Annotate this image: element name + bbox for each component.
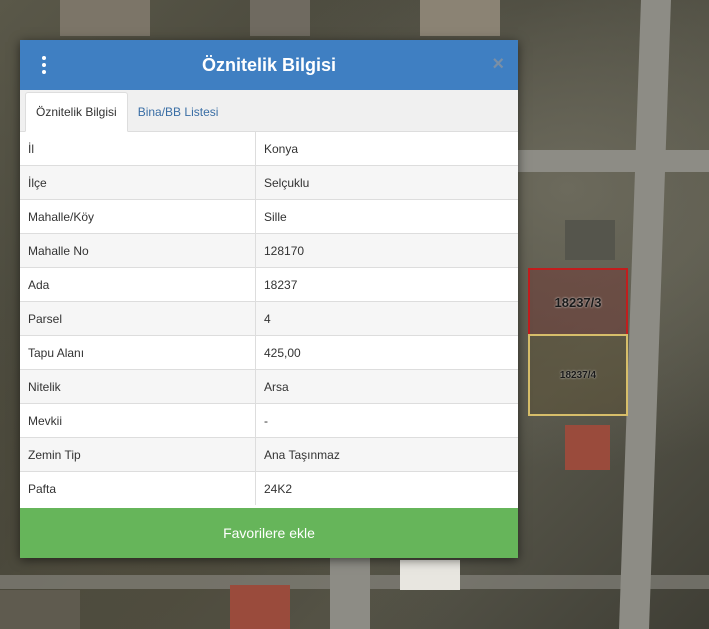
attribute-value: Ana Taşınmaz: [255, 437, 518, 472]
parcel-18237-3[interactable]: 18237/3: [528, 268, 628, 336]
building-roof: [420, 0, 500, 36]
attribute-key: Tapu Alanı: [20, 335, 256, 370]
table-row: Nitelik Arsa: [20, 369, 518, 404]
modal-title: Öznitelik Bilgisi: [201, 54, 337, 75]
modal-header: Öznitelik Bilgisi ×: [20, 40, 518, 90]
attribute-value: 128170: [255, 233, 518, 268]
attribute-key: İl: [20, 132, 256, 166]
attribute-key: Zemin Tip: [20, 437, 256, 472]
table-row: İl Konya: [20, 132, 518, 166]
attribute-info-modal: Öznitelik Bilgisi × Öznitelik Bilgisi Bi…: [20, 40, 518, 558]
road: [330, 555, 370, 629]
attribute-key: Mahalle/Köy: [20, 199, 256, 234]
attribute-key: Mevkii: [20, 403, 256, 438]
table-row: Parsel 4: [20, 301, 518, 336]
attribute-value: 24K2: [255, 471, 518, 505]
attribute-key: Parsel: [20, 301, 256, 336]
attribute-table: İl Konya İlçe Selçuklu Mahalle/Köy Sille Mahal…: [20, 132, 518, 505]
attribute-key: Ada: [20, 267, 256, 302]
road: [518, 150, 709, 172]
attribute-value: Sille: [255, 199, 518, 234]
attribute-key: Mahalle No: [20, 233, 256, 268]
attribute-value: 4: [255, 301, 518, 336]
building-roof: [250, 0, 310, 36]
table-row: Tapu Alanı 425,00: [20, 335, 518, 370]
building-roof: [565, 220, 615, 260]
attribute-value: 18237: [255, 267, 518, 302]
attribute-value: 425,00: [255, 335, 518, 370]
table-row: İlçe Selçuklu: [20, 165, 518, 200]
parcel-18237-4-selected[interactable]: 18237/4: [528, 334, 628, 416]
attribute-value: Arsa: [255, 369, 518, 404]
parcel-label: 18237/3: [554, 294, 602, 310]
building-roof: [565, 425, 610, 470]
attribute-value: Konya: [264, 141, 299, 156]
table-row: Mahalle No 128170: [20, 233, 518, 268]
table-row: Mahalle/Köy Sille: [20, 199, 518, 234]
tab-building-list[interactable]: Bina/BB Listesi: [128, 93, 229, 131]
table-row: Pafta 24K2: [20, 471, 518, 505]
tab-attribute-info[interactable]: Öznitelik Bilgisi: [25, 92, 128, 132]
vertical-dots-icon[interactable]: [34, 54, 54, 76]
attribute-value: -: [255, 403, 518, 438]
attribute-key: Nitelik: [20, 369, 256, 404]
building-roof: [60, 0, 150, 36]
attribute-key: İlçe: [20, 165, 256, 200]
tab-bar: Öznitelik Bilgisi Bina/BB Listesi: [20, 90, 518, 132]
building-roof: [0, 590, 80, 629]
close-icon[interactable]: ×: [492, 52, 504, 76]
table-row: Ada 18237: [20, 267, 518, 302]
attribute-value: Selçuklu: [255, 165, 518, 200]
table-row: Mevkii -: [20, 403, 518, 438]
attribute-key: Pafta: [20, 471, 256, 505]
table-row: Zemin Tip Ana Taşınmaz: [20, 437, 518, 472]
building-roof: [400, 560, 460, 590]
building-roof: [230, 585, 290, 629]
add-to-favorites-button[interactable]: Favorilere ekle: [20, 508, 518, 558]
parcel-label: 18237/4: [559, 369, 597, 381]
road: [0, 575, 709, 589]
